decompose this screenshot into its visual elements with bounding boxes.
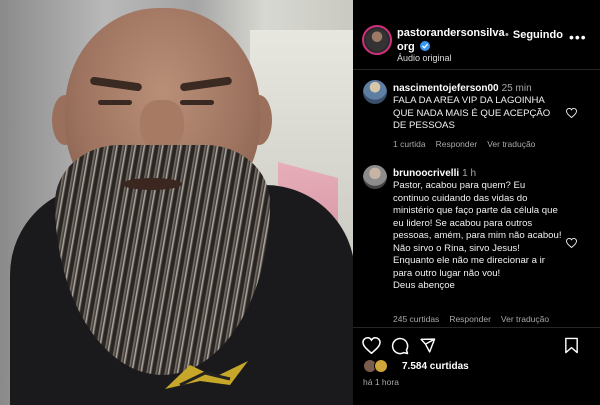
commenter-avatar[interactable] <box>363 165 387 189</box>
comment-likes[interactable]: 1 curtida <box>393 139 426 149</box>
heart-icon[interactable] <box>566 238 577 248</box>
post-header: pastorandersonsilva org • Seguindo ••• Áu… <box>353 0 600 70</box>
author-avatar[interactable] <box>362 25 392 55</box>
liker-avatar[interactable] <box>374 359 388 373</box>
post-actions-footer: 7.584 curtidas há 1 hora <box>353 327 600 405</box>
post-side-panel: pastorandersonsilva org • Seguindo ••• Áu… <box>353 0 600 405</box>
share-icon[interactable] <box>419 337 436 354</box>
likes-count[interactable]: 7.584 curtidas <box>402 361 469 372</box>
reply-button[interactable]: Responder <box>436 139 478 149</box>
bookmark-icon[interactable] <box>564 337 579 354</box>
commenter-avatar[interactable] <box>363 80 387 104</box>
left-eye-closed <box>98 100 132 105</box>
like-heart-icon[interactable] <box>362 337 381 354</box>
comment-actions: 1 curtida Responder Ver tradução <box>393 139 545 149</box>
verified-badge-icon <box>419 41 430 51</box>
see-translation-button[interactable]: Ver tradução <box>501 314 549 324</box>
comment-actions: 245 curtidas Responder Ver tradução <box>393 314 559 324</box>
audio-original-link[interactable]: Áudio original <box>397 53 452 63</box>
commenter-username[interactable]: nascimentojeferson00 <box>393 83 499 94</box>
comment-time: 1 h <box>462 168 477 179</box>
comment-header: brunoocrivelli 1 h <box>393 167 476 180</box>
comment-header: nascimentojeferson00 25 min <box>393 82 532 95</box>
following-button[interactable]: • Seguindo <box>505 29 563 41</box>
right-eye-closed <box>180 100 214 105</box>
comment-text: Pastor, acabou para quem? Eu continuo cu… <box>393 180 562 291</box>
heart-icon[interactable] <box>566 108 577 118</box>
reply-button[interactable]: Responder <box>449 314 491 324</box>
comment-text: FALA DA AREA VIP DA LAGOINHA QUE NADA MA… <box>393 95 551 131</box>
commenter-username[interactable]: brunoocrivelli <box>393 168 459 179</box>
comment-icon[interactable] <box>391 337 409 355</box>
mouth <box>122 178 182 190</box>
comment-time: 25 min <box>501 83 532 94</box>
post-timestamp: há 1 hora <box>363 377 399 387</box>
comment-likes[interactable]: 245 curtidas <box>393 314 439 324</box>
post-media-video[interactable] <box>0 0 353 405</box>
see-translation-button[interactable]: Ver tradução <box>487 139 535 149</box>
hoodie-logo-icon <box>165 361 248 389</box>
author-username[interactable]: pastorandersonsilva org <box>397 26 507 54</box>
more-options-icon[interactable]: ••• <box>569 29 587 45</box>
